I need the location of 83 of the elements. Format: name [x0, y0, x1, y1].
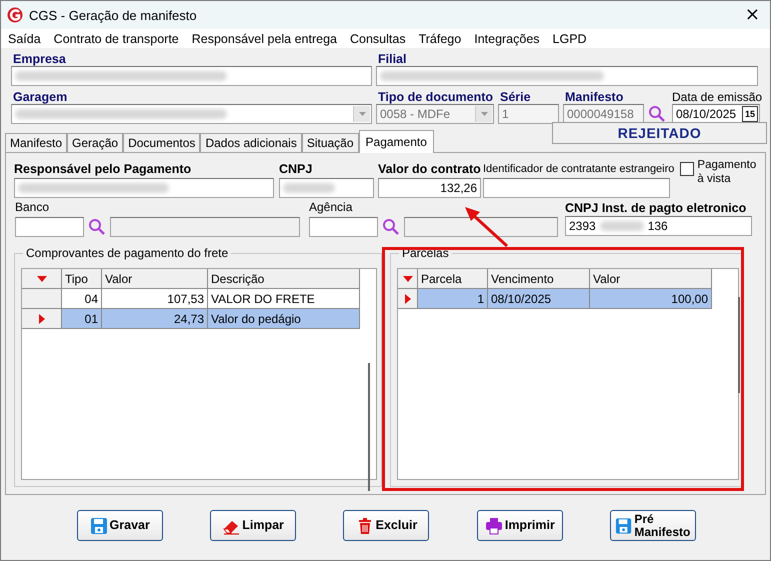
action-button[interactable]: Imprimir [476, 510, 563, 541]
field-label: Responsável pelo Pagamento [14, 162, 192, 177]
input-field[interactable] [404, 217, 558, 237]
tab[interactable]: Manifesto [5, 133, 68, 152]
tab[interactable]: Geração [67, 133, 124, 152]
search-icon [648, 105, 666, 123]
field-label: Manifesto [564, 91, 624, 104]
menu-item[interactable]: Responsável pela entrega [186, 32, 344, 46]
tab[interactable]: Documentos [123, 133, 200, 152]
input-field[interactable] [309, 217, 378, 237]
scroll-bar[interactable] [738, 297, 740, 393]
sort-arrow-icon [402, 276, 412, 282]
field-label: Série [499, 91, 532, 104]
action-button[interactable]: Limpar [210, 510, 296, 541]
input-field[interactable]: 132,26 [378, 178, 481, 198]
input-field[interactable] [279, 178, 374, 198]
scroll-bar[interactable] [368, 363, 370, 491]
printer-icon [484, 516, 503, 534]
table-cell: 08/10/2025 [488, 289, 590, 309]
action-button[interactable]: Excluir [343, 510, 430, 541]
dropdown-arrow-icon [358, 112, 366, 116]
sort-arrow-icon [36, 276, 46, 282]
table-cell: 1 [418, 289, 488, 309]
dropdown-field[interactable] [11, 104, 372, 124]
field-label: Identificador de contratante estrangeiro [483, 162, 674, 177]
field-label: CNPJ Inst. de pagto eletronico [565, 201, 748, 216]
table-cell: Valor do pedágio [208, 309, 360, 329]
dropdown-arrow-icon [480, 112, 488, 116]
field-label: Filial [377, 53, 408, 66]
column-header[interactable] [398, 269, 418, 289]
field-label: CNPJ [279, 162, 314, 177]
column-header[interactable]: Valor [102, 269, 208, 289]
action-button[interactable]: Gravar [76, 510, 163, 541]
checkbox-label: Pagamento à vista [697, 158, 756, 186]
tab[interactable]: Situação [302, 133, 359, 152]
field-label: Empresa [12, 53, 67, 66]
search-icon [88, 218, 106, 236]
row-pointer-icon [404, 294, 410, 304]
window-title: CGS - Geração de manifesto [29, 8, 198, 22]
input-field[interactable] [15, 217, 84, 237]
field-label: Valor do contrato [378, 162, 481, 177]
field-label: Agência [309, 201, 354, 216]
input-field[interactable] [376, 66, 758, 86]
field-label: Banco [15, 201, 50, 216]
input-field[interactable] [110, 217, 300, 237]
tab[interactable]: Dados adicionais [200, 133, 302, 152]
column-header[interactable]: Vencimento [488, 269, 590, 289]
row-indicator[interactable] [398, 289, 418, 309]
field-label: Data de emissão [672, 91, 762, 104]
menu-item[interactable]: Integrações [468, 32, 547, 46]
calendar-button[interactable]: 15 [742, 106, 758, 122]
blurred-value [600, 221, 644, 231]
date-field[interactable]: 08/10/2025 15 [672, 104, 760, 124]
action-button[interactable]: Pré Manifesto [610, 510, 696, 541]
input-field[interactable] [14, 178, 274, 198]
row-indicator[interactable] [22, 289, 62, 309]
input-field[interactable] [483, 178, 670, 198]
menu-item[interactable]: Saída [2, 32, 48, 46]
field-label: Tipo de documento [377, 91, 494, 104]
group-title: Comprovantes de pagamento do frete [23, 247, 232, 260]
field-label: Garagem [12, 91, 68, 104]
app-logo-icon [7, 7, 23, 23]
table-cell: 100,00 [590, 289, 712, 309]
search-icon [382, 218, 400, 236]
column-header[interactable] [22, 269, 62, 289]
column-header[interactable]: Parcela [418, 269, 488, 289]
menu-item[interactable]: LGPD [546, 32, 594, 46]
menu-item[interactable]: Contrato de transporte [48, 32, 186, 46]
close-button[interactable]: × [742, 6, 762, 24]
menu-item[interactable]: Tráfego [412, 32, 468, 46]
row-pointer-icon [38, 314, 44, 324]
column-header[interactable]: Descrição [208, 269, 360, 289]
checkbox[interactable] [680, 162, 694, 176]
column-header[interactable]: Valor [590, 269, 712, 289]
input-field[interactable] [11, 66, 372, 86]
tab[interactable]: Pagamento [358, 130, 434, 153]
column-header[interactable]: Tipo [62, 269, 102, 289]
table-cell: 24,73 [102, 309, 208, 329]
status-label: REJEITADO [552, 122, 767, 144]
input-field[interactable]: 2393 136 [565, 216, 752, 236]
menu-item[interactable]: Consultas [344, 32, 413, 46]
row-indicator[interactable] [22, 309, 62, 329]
table-cell: 01 [62, 309, 102, 329]
